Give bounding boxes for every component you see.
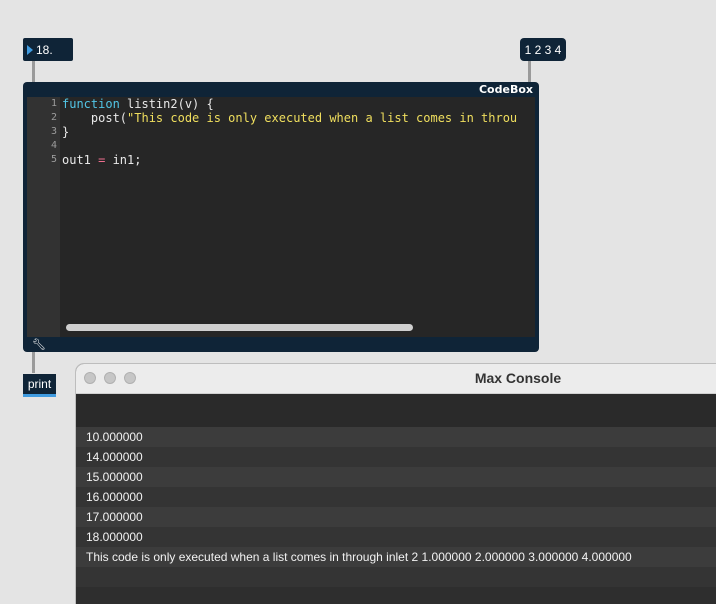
horizontal-scrollbar[interactable] [66,324,413,331]
line-number: 3 [50,126,57,137]
code-token: function [62,97,120,111]
wrench-icon[interactable]: 🔧︎ [32,338,46,351]
console-title: Max Console [474,370,562,386]
print-object[interactable]: print [23,374,56,397]
triangle-icon [27,44,33,55]
code-line: function listin2(v) { [62,97,518,111]
console-toolbar [76,394,716,427]
code-token: out1 [62,153,99,167]
console-row[interactable] [76,567,716,587]
max-console-window[interactable]: Max Console 10.000000 14.000000 15.000000 1… [76,364,716,604]
code-token: listin2(v) { [119,97,214,111]
console-row[interactable]: 17.000000 [76,507,716,527]
code-line: post("This code is only executed when a … [62,111,518,125]
code-token: } [62,125,70,139]
patch-cord[interactable] [528,61,531,83]
line-number: 5 [50,154,57,165]
line-number: 2 [50,112,57,123]
code-line: } [62,125,518,139]
line-number: 1 [50,98,57,109]
codebox-object[interactable]: CodeBox 1 function listin2(v) { 2 post("Th… [23,82,539,352]
patch-cord[interactable] [32,351,35,373]
print-object-label: print [27,377,52,391]
code-line: out1 = in1; [62,153,518,167]
patch-cord[interactable] [32,61,35,83]
console-row[interactable]: 18.000000 [76,527,716,547]
line-number: 4 [50,140,57,151]
code-token: "This code is only executed when a list … [127,111,518,125]
console-titlebar[interactable]: Max Console [76,364,716,394]
console-row[interactable]: 14.000000 [76,447,716,467]
code-token: post( [62,111,128,125]
number-box-value: 18. [36,42,53,57]
number-box[interactable]: 18. [23,38,73,61]
console-row[interactable]: This code is only executed when a list c… [76,547,716,567]
message-box-text: 1 2 3 4 [524,42,562,57]
codebox-title: CodeBox [478,83,533,96]
console-row[interactable]: 10.000000 [76,427,716,447]
console-row[interactable]: 15.000000 [76,467,716,487]
console-row[interactable]: 16.000000 [76,487,716,507]
code-token: in1; [105,153,142,167]
message-box[interactable]: 1 2 3 4 [520,38,566,61]
